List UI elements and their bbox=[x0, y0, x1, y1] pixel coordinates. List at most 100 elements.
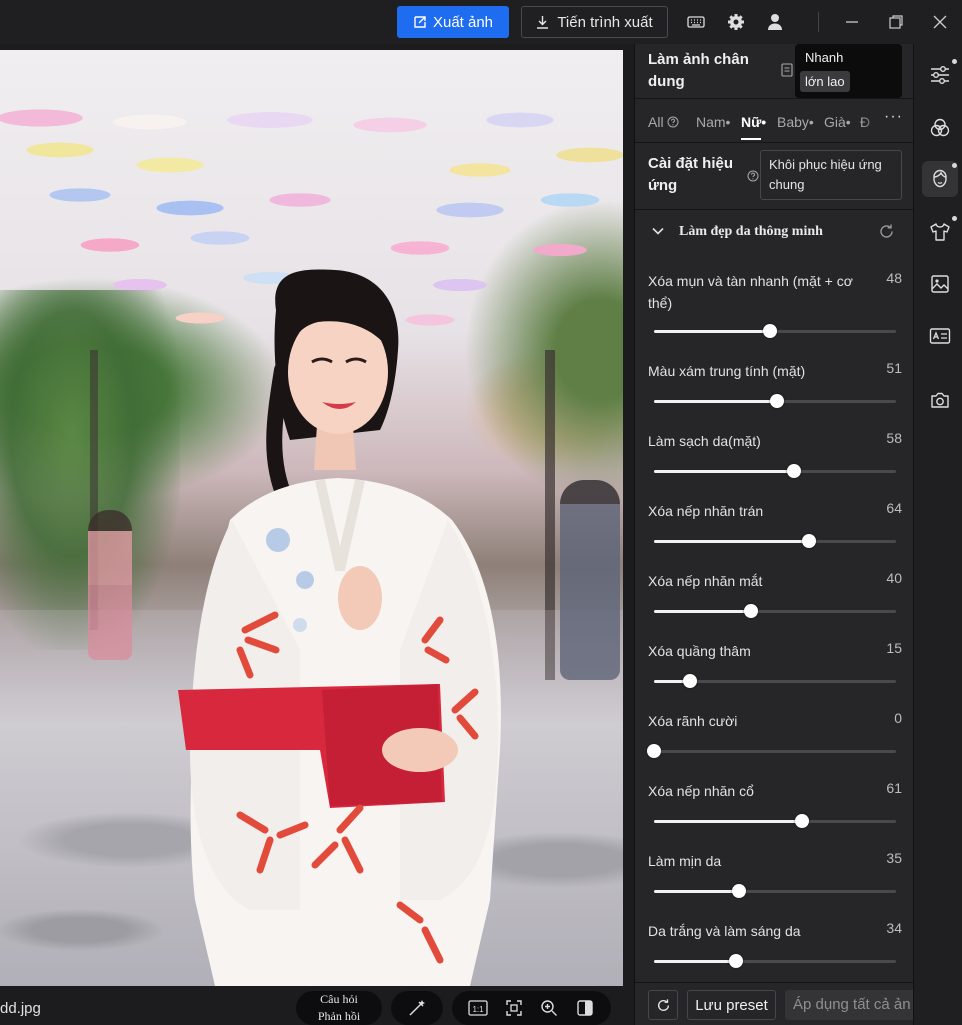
fit-screen-icon[interactable] bbox=[503, 997, 525, 1019]
mode-option-fast[interactable]: Nhanh bbox=[805, 50, 843, 65]
slider-label: Da trắng và làm sáng da bbox=[648, 923, 801, 939]
magic-wand-button[interactable] bbox=[391, 991, 443, 1025]
chevron-down-icon[interactable] bbox=[651, 224, 665, 238]
export-progress-label: Tiến trình xuất bbox=[557, 13, 653, 31]
slider-handle[interactable] bbox=[802, 534, 816, 548]
slider-track[interactable] bbox=[654, 814, 896, 828]
slider-track[interactable] bbox=[654, 674, 896, 688]
image-icon[interactable] bbox=[922, 266, 958, 302]
slider-track[interactable] bbox=[647, 744, 896, 758]
slider-fill bbox=[654, 960, 736, 963]
active-tab-indicator bbox=[741, 138, 761, 140]
notification-dot bbox=[952, 216, 957, 221]
slider-handle[interactable] bbox=[787, 464, 801, 478]
slider-handle[interactable] bbox=[647, 744, 661, 758]
reset-all-button[interactable] bbox=[648, 990, 678, 1020]
slider-fill bbox=[654, 610, 751, 613]
slider-fill bbox=[654, 820, 802, 823]
mode-option-great[interactable]: lớn lao bbox=[800, 71, 850, 92]
slider-fill bbox=[654, 470, 794, 473]
slider-row: Xóa nếp nhăn trán 64 bbox=[635, 484, 914, 554]
color-circles-icon[interactable] bbox=[922, 110, 958, 146]
slider-handle[interactable] bbox=[770, 394, 784, 408]
smart-skin-section-title: Làm đẹp da thông minh bbox=[679, 224, 823, 239]
zoom-in-icon[interactable] bbox=[538, 997, 560, 1019]
tab-all[interactable]: All bbox=[648, 114, 679, 130]
save-preset-button[interactable]: Lưu preset bbox=[687, 990, 776, 1020]
view-tools: 1:1 bbox=[452, 991, 611, 1025]
restore-icon[interactable] bbox=[884, 10, 908, 34]
tab-elderly[interactable]: Già• bbox=[824, 114, 851, 130]
camera-icon[interactable] bbox=[922, 382, 958, 418]
close-icon[interactable] bbox=[928, 10, 952, 34]
feedback-line1: Câu hỏi bbox=[320, 992, 358, 1006]
tab-female[interactable]: Nữ• bbox=[741, 114, 766, 130]
tab-baby[interactable]: Baby• bbox=[777, 114, 814, 130]
slider-label: Xóa nếp nhăn mắt bbox=[648, 573, 763, 589]
keyboard-icon[interactable] bbox=[684, 10, 708, 34]
slider-value: 64 bbox=[886, 500, 902, 516]
slider-handle[interactable] bbox=[729, 954, 743, 968]
export-label: Xuất ảnh bbox=[432, 13, 494, 31]
id-card-icon[interactable] bbox=[922, 318, 958, 354]
slider-handle[interactable] bbox=[763, 324, 777, 338]
slider-row: Màu xám trung tính (mặt) 51 bbox=[635, 344, 914, 414]
slider-value: 51 bbox=[886, 360, 902, 376]
slider-label: Làm mịn da bbox=[648, 853, 722, 869]
help-icon bbox=[667, 116, 679, 128]
tab-all-label: All bbox=[648, 114, 664, 130]
slider-row: Làm sạch da(mặt) 58 bbox=[635, 414, 914, 484]
refresh-icon[interactable] bbox=[878, 223, 895, 240]
smart-skin-section-header[interactable]: Làm đẹp da thông minh bbox=[635, 210, 914, 254]
slider-handle[interactable] bbox=[732, 884, 746, 898]
slider-track[interactable] bbox=[654, 324, 896, 338]
slider-track[interactable] bbox=[654, 884, 896, 898]
preset-title: Làm ảnh chân dung bbox=[648, 51, 749, 90]
minimize-icon[interactable] bbox=[840, 10, 864, 34]
slider-row: Xóa nếp nhăn mắt 40 bbox=[635, 554, 914, 624]
slider-value: 40 bbox=[886, 570, 902, 586]
category-tabs: All Nam• Nữ• Baby• Già• Đ ··· bbox=[635, 99, 914, 143]
slider-value: 0 bbox=[894, 710, 902, 726]
panel-footer: Lưu preset Áp dụng tất cả ản bbox=[635, 982, 914, 1025]
slider-row: Xóa mụn và tàn nhanh (mặt + cơ thể) 48 bbox=[635, 254, 914, 338]
gear-icon[interactable] bbox=[724, 10, 748, 34]
photo-canvas[interactable] bbox=[0, 50, 623, 986]
document-icon[interactable] bbox=[781, 63, 793, 77]
title-bar-separator bbox=[818, 12, 819, 32]
apply-to-all-button[interactable]: Áp dụng tất cả ản bbox=[785, 990, 914, 1020]
slider-fill bbox=[654, 330, 770, 333]
slider-track[interactable] bbox=[654, 604, 896, 618]
slider-handle[interactable] bbox=[744, 604, 758, 618]
slider-handle[interactable] bbox=[795, 814, 809, 828]
user-icon[interactable] bbox=[763, 10, 787, 34]
help-icon[interactable] bbox=[747, 170, 759, 182]
mode-dropdown-menu: Nhanh lớn lao bbox=[795, 44, 902, 98]
slider-row: Làm mịn da 35 bbox=[635, 834, 914, 904]
export-progress-button[interactable]: Tiến trình xuất bbox=[521, 6, 668, 38]
export-icon bbox=[414, 16, 426, 28]
slider-label: Màu xám trung tính (mặt) bbox=[648, 363, 806, 379]
slider-row: Da trắng và làm sáng da 34 bbox=[635, 904, 914, 974]
preset-header: Làm ảnh chân dung Nhanh lớn lao bbox=[635, 44, 914, 99]
more-tabs-button[interactable]: ··· bbox=[884, 108, 903, 126]
slider-value: 48 bbox=[886, 270, 902, 286]
slider-track[interactable] bbox=[654, 534, 896, 548]
slider-value: 61 bbox=[886, 780, 902, 796]
slider-track[interactable] bbox=[654, 464, 896, 478]
reset-common-effect-button[interactable]: Khôi phục hiệu ứng chung bbox=[760, 150, 902, 200]
download-icon bbox=[537, 16, 549, 29]
export-button[interactable]: Xuất ảnh bbox=[397, 6, 509, 38]
zoom-1to1-button[interactable]: 1:1 bbox=[467, 997, 489, 1019]
feedback-button[interactable]: Câu hỏi Phản hồi bbox=[296, 991, 382, 1025]
compare-icon[interactable] bbox=[574, 997, 596, 1019]
slider-track[interactable] bbox=[654, 394, 896, 408]
slider-fill bbox=[654, 400, 777, 403]
slider-track[interactable] bbox=[654, 954, 896, 968]
slider-handle[interactable] bbox=[683, 674, 697, 688]
slider-fill bbox=[654, 540, 809, 543]
slider-row: Xóa nếp nhăn cổ 61 bbox=[635, 764, 914, 834]
slider-value: 15 bbox=[886, 640, 902, 656]
tab-male[interactable]: Nam• bbox=[696, 114, 730, 130]
slider-label: Xóa rãnh cười bbox=[648, 713, 738, 729]
